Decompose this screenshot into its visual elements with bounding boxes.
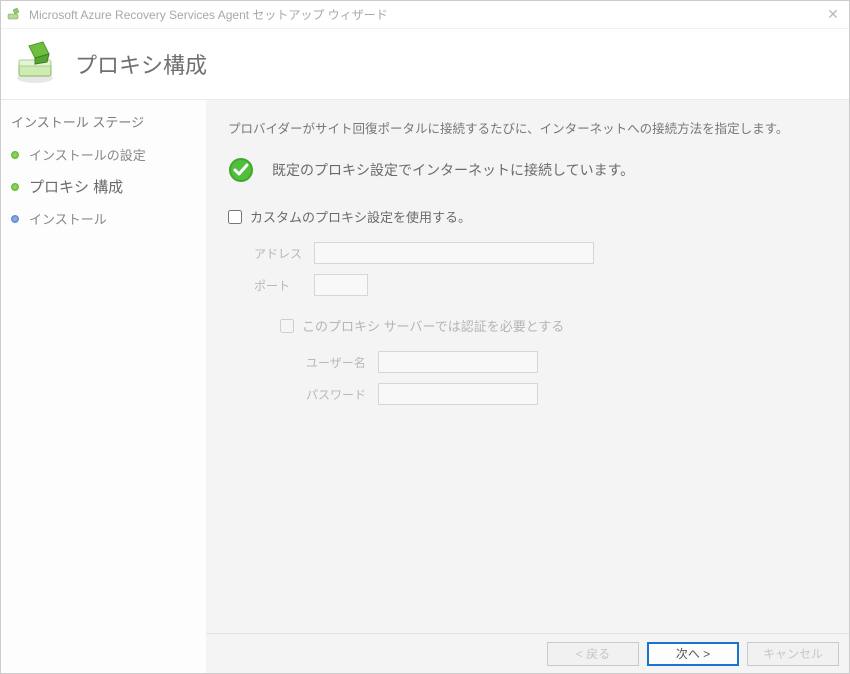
stage-dot-icon xyxy=(11,215,19,223)
stage-label: プロキシ 構成 xyxy=(29,176,123,197)
stage-sidebar: インストール ステージ インストールの設定 プロキシ 構成 インストール xyxy=(1,99,206,673)
next-button[interactable]: 次へ > xyxy=(647,642,739,666)
address-label: アドレス xyxy=(254,245,314,262)
success-check-icon xyxy=(228,157,254,183)
stage-item-install[interactable]: インストール xyxy=(1,203,206,234)
password-label: パスワード xyxy=(306,386,378,403)
stage-dot-icon xyxy=(11,183,19,191)
auth-block: このプロキシ サーバーでは認証を必要とする ユーザー名 パスワード xyxy=(254,316,827,405)
auth-fields: ユーザー名 パスワード xyxy=(280,351,827,405)
app-icon xyxy=(7,7,23,23)
title-bar: Microsoft Azure Recovery Services Agent … xyxy=(1,1,849,29)
stage-item-proxy-config[interactable]: プロキシ 構成 xyxy=(1,170,206,203)
auth-required-checkbox[interactable] xyxy=(280,319,294,333)
intro-text: プロバイダーがサイト回復ポータルに接続するたびに、インターネットへの接続方法を指… xyxy=(228,118,827,137)
auth-required-row[interactable]: このプロキシ サーバーでは認証を必要とする xyxy=(280,316,827,335)
connection-status-text: 既定のプロキシ設定でインターネットに接続しています。 xyxy=(272,160,634,180)
stage-header: インストール ステージ xyxy=(1,106,206,139)
content-area: プロバイダーがサイト回復ポータルに接続するたびに、インターネットへの接続方法を指… xyxy=(206,100,849,633)
wizard-body: インストール ステージ インストールの設定 プロキシ 構成 インストール プロバ… xyxy=(1,99,849,673)
proxy-settings-block: アドレス ポート このプロキシ サーバーでは認証を必要とする xyxy=(228,242,827,405)
stage-label: インストール xyxy=(29,209,107,228)
use-custom-proxy-checkbox[interactable] xyxy=(228,210,242,224)
address-row: アドレス xyxy=(254,242,827,264)
password-input[interactable] xyxy=(378,383,538,405)
close-icon[interactable]: ✕ xyxy=(823,6,843,23)
window-title: Microsoft Azure Recovery Services Agent … xyxy=(29,6,823,23)
stage-label: インストールの設定 xyxy=(29,145,146,164)
page-title: プロキシ構成 xyxy=(75,48,207,80)
username-label: ユーザー名 xyxy=(306,354,378,371)
username-input[interactable] xyxy=(378,351,538,373)
username-row: ユーザー名 xyxy=(306,351,827,373)
password-row: パスワード xyxy=(306,383,827,405)
wizard-footer: < 戻る 次へ > キャンセル xyxy=(206,633,849,673)
use-custom-proxy-row[interactable]: カスタムのプロキシ設定を使用する。 xyxy=(228,207,827,226)
header-icon xyxy=(11,40,59,88)
cancel-button[interactable]: キャンセル xyxy=(747,642,839,666)
wizard-main: プロバイダーがサイト回復ポータルに接続するたびに、インターネットへの接続方法を指… xyxy=(206,99,849,673)
port-label: ポート xyxy=(254,277,314,294)
back-button[interactable]: < 戻る xyxy=(547,642,639,666)
connection-status-row: 既定のプロキシ設定でインターネットに接続しています。 xyxy=(228,157,827,183)
port-row: ポート xyxy=(254,274,827,296)
stage-dot-icon xyxy=(11,151,19,159)
stage-item-install-settings[interactable]: インストールの設定 xyxy=(1,139,206,170)
use-custom-proxy-label: カスタムのプロキシ設定を使用する。 xyxy=(250,207,471,226)
wizard-header: プロキシ構成 xyxy=(1,29,849,99)
auth-required-label: このプロキシ サーバーでは認証を必要とする xyxy=(302,316,564,335)
wizard-window: Microsoft Azure Recovery Services Agent … xyxy=(0,0,850,674)
port-input[interactable] xyxy=(314,274,368,296)
address-input[interactable] xyxy=(314,242,594,264)
